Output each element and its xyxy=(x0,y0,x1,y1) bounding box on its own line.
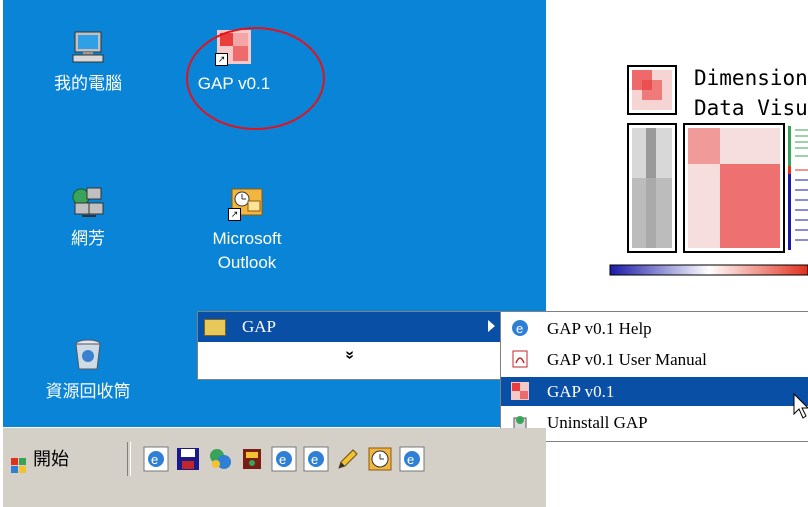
desktop-icon-label: 我的電腦 xyxy=(54,74,122,93)
highlight-circle xyxy=(186,27,325,130)
mouse-pointer-icon xyxy=(793,393,808,419)
svg-text:e: e xyxy=(516,321,523,336)
menu-item-label: Uninstall GAP xyxy=(547,413,648,432)
ie-icon[interactable]: e xyxy=(303,446,329,472)
desktop-icon-recycle-bin[interactable]: 資源回收筒 xyxy=(38,338,138,404)
book-icon[interactable] xyxy=(239,446,265,472)
double-chevron-down-icon: » xyxy=(341,350,359,360)
menu-item-gap-app[interactable]: GAP v0.1 xyxy=(501,377,808,406)
windows-logo-icon xyxy=(11,451,27,473)
svg-text:e: e xyxy=(151,452,158,467)
network-neighborhood-icon xyxy=(71,185,105,219)
recycle-bin-icon xyxy=(71,338,105,372)
desktop-icon-outlook[interactable]: ↗ Microsoft Outlook xyxy=(197,185,297,275)
desktop-icon-label-line1: Microsoft xyxy=(212,229,282,248)
folder-icon xyxy=(204,319,226,336)
submenu-arrow-icon xyxy=(488,320,495,332)
gap-logo: Dimension Data Visu xyxy=(606,60,808,285)
ie-icon[interactable]: e xyxy=(271,446,297,472)
svg-text:e: e xyxy=(311,452,318,467)
menu-item-gap-help[interactable]: e GAP v0.1 Help xyxy=(501,314,808,343)
network-icon[interactable] xyxy=(207,446,233,472)
save-icon[interactable] xyxy=(175,446,201,472)
pdf-icon xyxy=(511,350,529,368)
desktop-icon-label: 資源回收筒 xyxy=(45,382,131,401)
desktop-icon-my-computer[interactable]: 我的電腦 xyxy=(38,30,138,96)
gap-app-icon xyxy=(511,382,529,400)
gap-submenu: e GAP v0.1 Help GAP v0.1 User Manual GAP… xyxy=(500,311,808,442)
desktop-icon-label: 網芳 xyxy=(71,229,105,248)
logo-title-line1: Dimension xyxy=(694,66,808,90)
taskbar-separator xyxy=(127,442,131,476)
desktop-icon-network[interactable]: 網芳 xyxy=(38,185,138,251)
menu-item-label: GAP v0.1 Help xyxy=(547,319,652,338)
menu-item-label: GAP xyxy=(242,317,277,336)
clock-icon[interactable] xyxy=(367,446,393,472)
menu-item-label: GAP v0.1 User Manual xyxy=(547,350,707,369)
start-button-label: 開始 xyxy=(33,449,69,469)
pencil-icon[interactable] xyxy=(335,446,361,472)
menu-item-uninstall-gap[interactable]: Uninstall GAP xyxy=(501,408,808,437)
gap-logo-graphic xyxy=(609,65,808,276)
shortcut-arrow-icon: ↗ xyxy=(228,208,241,221)
ie-icon[interactable]: e xyxy=(399,446,425,472)
programs-menu: GAP » xyxy=(197,311,502,380)
logo-title-line2: Data Visu xyxy=(694,96,808,120)
ie-icon[interactable]: e xyxy=(143,446,169,472)
ie-help-icon: e xyxy=(511,319,529,337)
svg-text:e: e xyxy=(407,452,414,467)
outlook-shortcut-icon: ↗ xyxy=(228,185,264,221)
start-button[interactable]: 開始 xyxy=(7,442,123,476)
taskbar: 開始 e e e e xyxy=(3,428,546,507)
desktop-icon-label-line2: Outlook xyxy=(217,253,277,272)
my-computer-icon xyxy=(71,30,105,64)
menu-item-gap-folder[interactable]: GAP xyxy=(198,312,501,342)
menu-item-gap-user-manual[interactable]: GAP v0.1 User Manual xyxy=(501,345,808,374)
svg-text:e: e xyxy=(279,452,286,467)
menu-item-label: GAP v0.1 xyxy=(547,382,615,401)
expand-menu-chevron[interactable]: » xyxy=(198,346,501,372)
